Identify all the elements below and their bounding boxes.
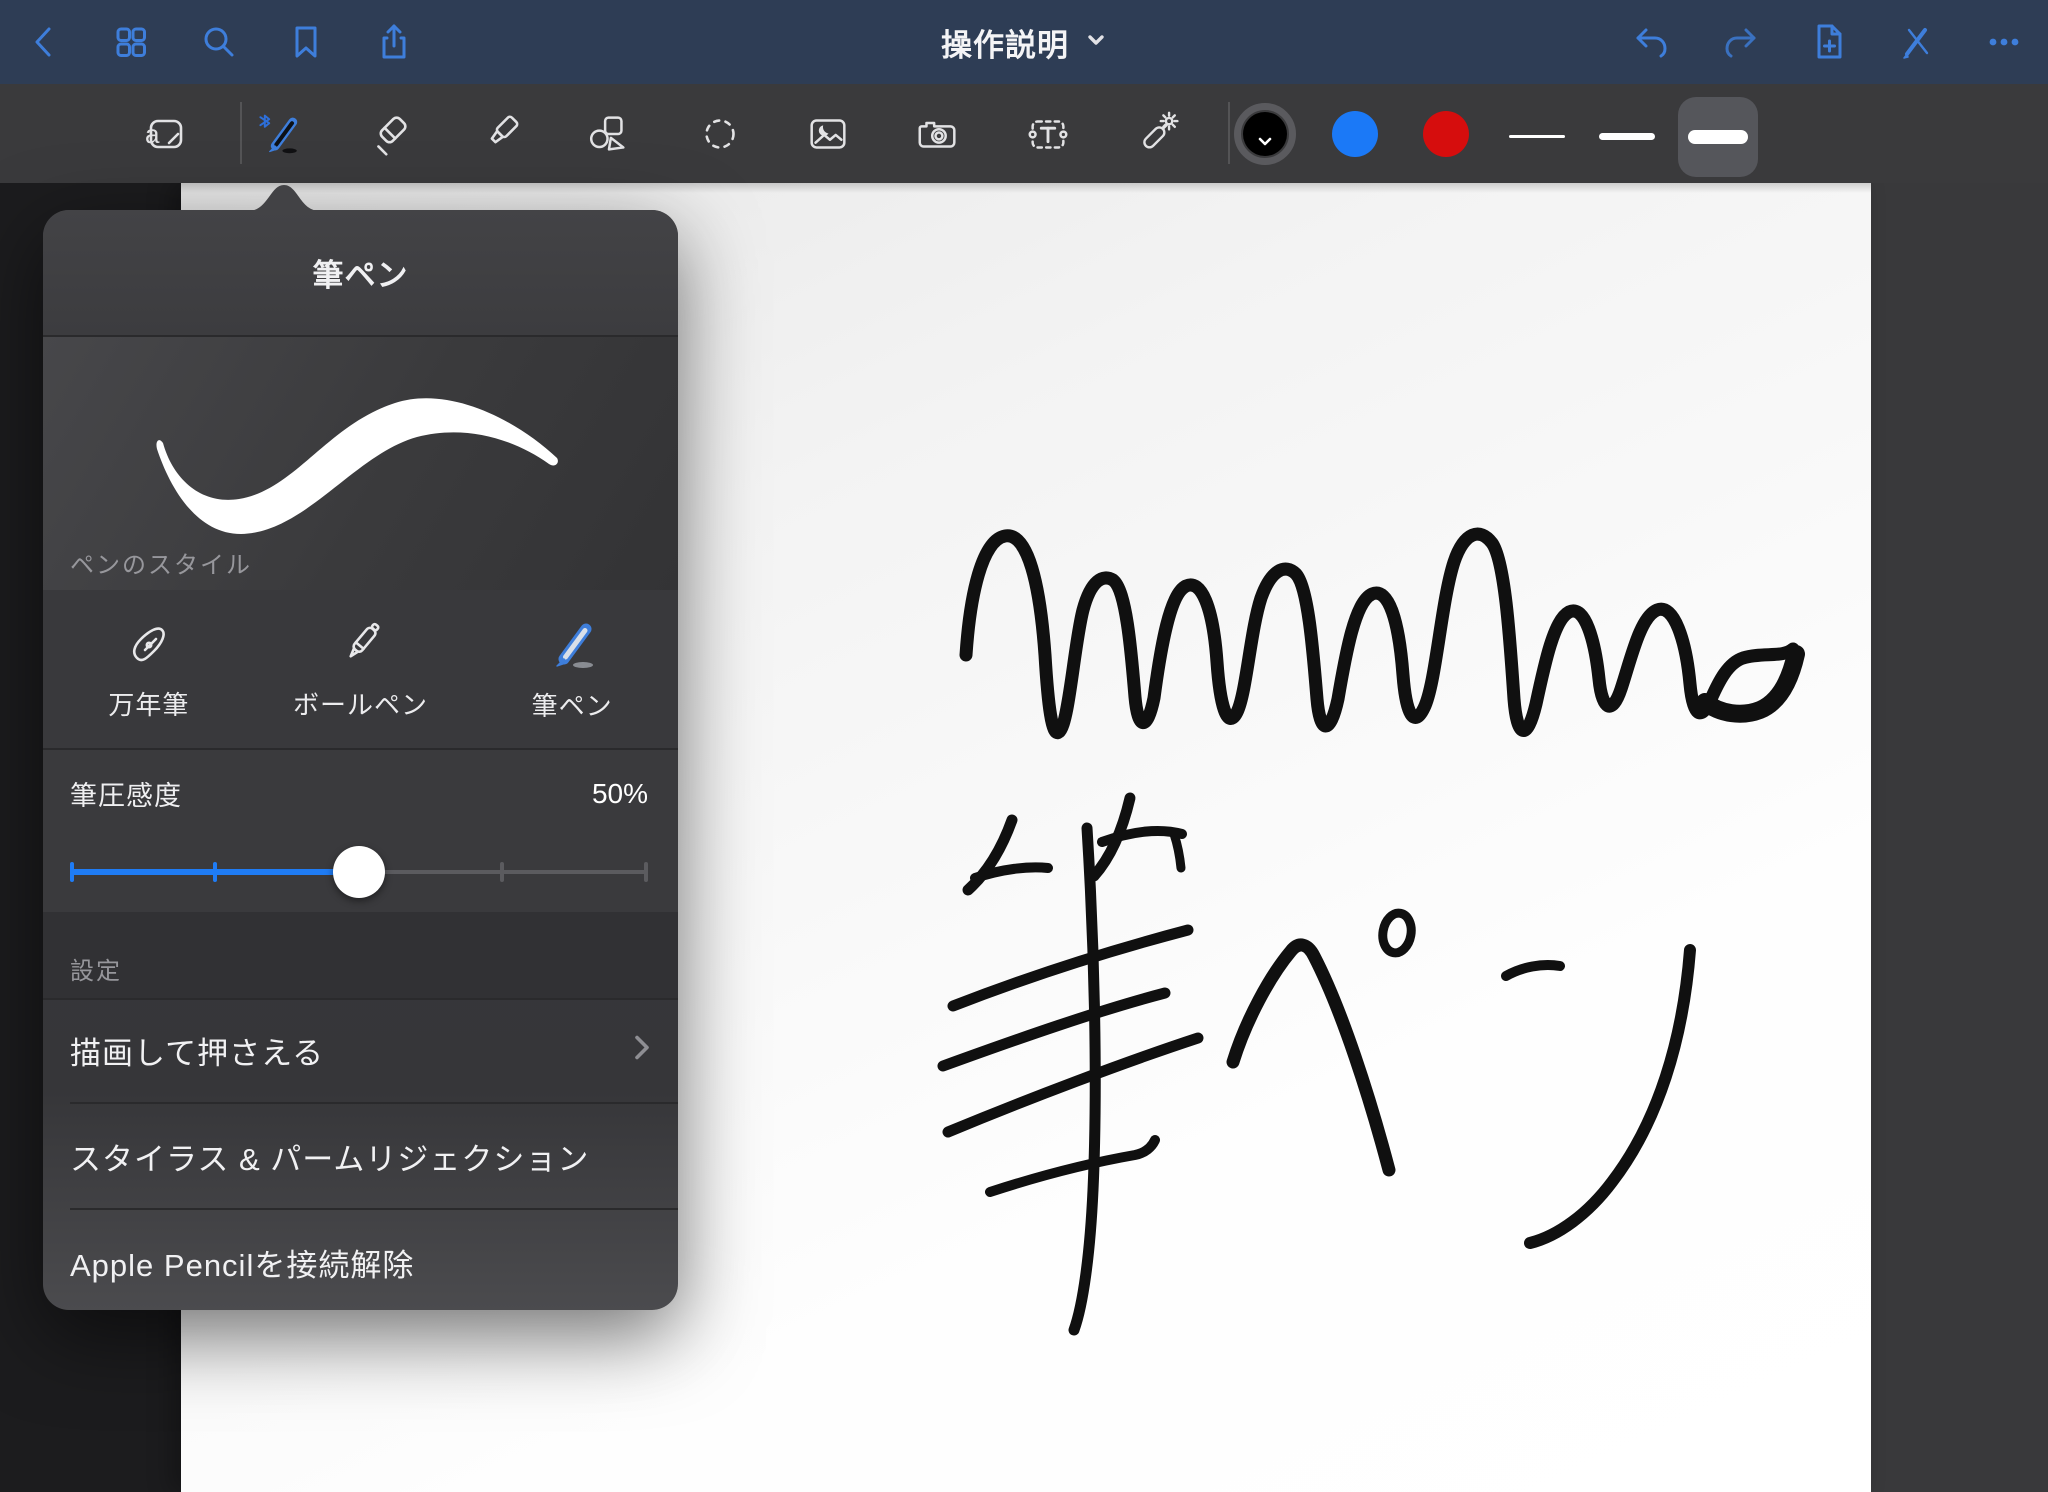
undo-button[interactable] [1630, 20, 1674, 64]
camera-tool[interactable] [914, 110, 962, 158]
pressure-slider[interactable] [70, 846, 648, 898]
setting-row-stylus-palm-rejection[interactable]: スタイラス & パームリジェクション [43, 1104, 678, 1208]
eraser-icon [368, 110, 416, 158]
pen-style-fountain[interactable]: 万年筆 [43, 590, 255, 748]
ballpoint-pen-icon [334, 617, 388, 671]
brush-pen-icon [256, 105, 304, 163]
disable-pen-button[interactable] [1895, 20, 1939, 64]
slider-handle[interactable] [333, 846, 385, 898]
brush-pen-icon [543, 616, 601, 672]
ellipsis-icon [1983, 21, 2025, 63]
popup-title: 筆ペン [313, 250, 409, 295]
slider-tick-0 [70, 862, 74, 882]
add-page-icon [1808, 21, 1850, 63]
pen-style-options: 万年筆 ボールペン 筆ペン [43, 590, 678, 750]
pressure-sensitivity-section: 筆圧感度 50% [43, 750, 678, 912]
add-page-button[interactable] [1807, 20, 1851, 64]
pen-settings-popup: 筆ペン ペンのスタイル 万年筆 ボールペン [43, 210, 678, 1310]
shapes-icon [584, 109, 632, 159]
svg-text:a: a [145, 119, 160, 149]
redo-button[interactable] [1718, 20, 1762, 64]
chevron-down-icon [1256, 131, 1274, 156]
setting-row-label: スタイラス & パームリジェクション [70, 1134, 589, 1179]
pen-style-label: 万年筆 [108, 685, 189, 722]
page-title: 操作説明 [941, 20, 1069, 65]
stroke-preview: ペンのスタイル [43, 337, 678, 590]
slider-tick-25 [213, 862, 217, 882]
text-icon [1024, 109, 1072, 159]
zoom-window-tool[interactable]: a [142, 110, 190, 158]
pen-style-section-label: ペンのスタイル [70, 545, 252, 580]
settings-section-header: 設定 [43, 912, 678, 1000]
pen-style-label: 筆ペン [532, 686, 613, 723]
setting-row-label: 描画して押さえる [70, 1028, 324, 1073]
color-swatch-black[interactable] [1234, 103, 1296, 165]
setting-row-label: Apple Pencilを接続解除 [70, 1240, 414, 1285]
more-button[interactable] [1982, 20, 2026, 64]
chevron-right-icon [630, 1032, 654, 1069]
redo-icon [1719, 21, 1761, 63]
settings-label: 設定 [70, 951, 122, 986]
pen-style-brush-selected[interactable]: 筆ペン [466, 590, 678, 748]
highlighter-tool[interactable] [476, 110, 524, 158]
pen-disabled-icon [1896, 21, 1938, 63]
zoom-window-icon: a [142, 110, 190, 158]
color-swatch-blue[interactable] [1332, 111, 1378, 157]
pressure-value: 50% [592, 778, 648, 810]
lasso-icon [696, 110, 744, 158]
setting-row-disconnect-apple-pencil[interactable]: Apple Pencilを接続解除 [43, 1210, 678, 1314]
slider-tick-75 [500, 862, 504, 882]
pressure-label: 筆圧感度 [70, 774, 182, 813]
thickness-thick [1688, 130, 1748, 144]
color-swatch-red[interactable] [1423, 111, 1469, 157]
eraser-tool[interactable] [368, 110, 416, 158]
text-tool[interactable] [1024, 110, 1072, 158]
thickness-medium[interactable] [1599, 133, 1655, 140]
black-swatch-circle [1243, 112, 1287, 156]
popup-arrow [248, 183, 320, 211]
brush-pen-tool[interactable] [256, 110, 304, 158]
fountain-pen-icon [122, 617, 176, 671]
setting-row-draw-and-hold[interactable]: 描画して押さえる [43, 998, 678, 1102]
camera-icon [914, 109, 962, 159]
thickness-thick-selected[interactable] [1678, 97, 1758, 177]
pen-style-label: ボールペン [293, 685, 428, 722]
laser-pointer-icon [1134, 108, 1182, 160]
highlighter-icon [476, 110, 524, 158]
tools-toolbar: a [0, 84, 2048, 183]
laser-pointer-tool[interactable] [1134, 110, 1182, 158]
image-tool[interactable] [804, 110, 852, 158]
lasso-tool[interactable] [696, 110, 744, 158]
image-icon [804, 109, 852, 159]
chevron-down-icon [1085, 29, 1107, 56]
shapes-tool[interactable] [584, 110, 632, 158]
undo-icon [1631, 21, 1673, 63]
popup-header: 筆ペン [43, 210, 678, 337]
toolbar-separator [1228, 102, 1230, 164]
toolbar-separator [240, 102, 242, 164]
title-bar: 操作説明 [0, 0, 2048, 84]
slider-tick-100 [644, 862, 648, 882]
thickness-thin[interactable] [1509, 135, 1565, 138]
pen-style-ballpoint[interactable]: ボールペン [255, 590, 467, 748]
